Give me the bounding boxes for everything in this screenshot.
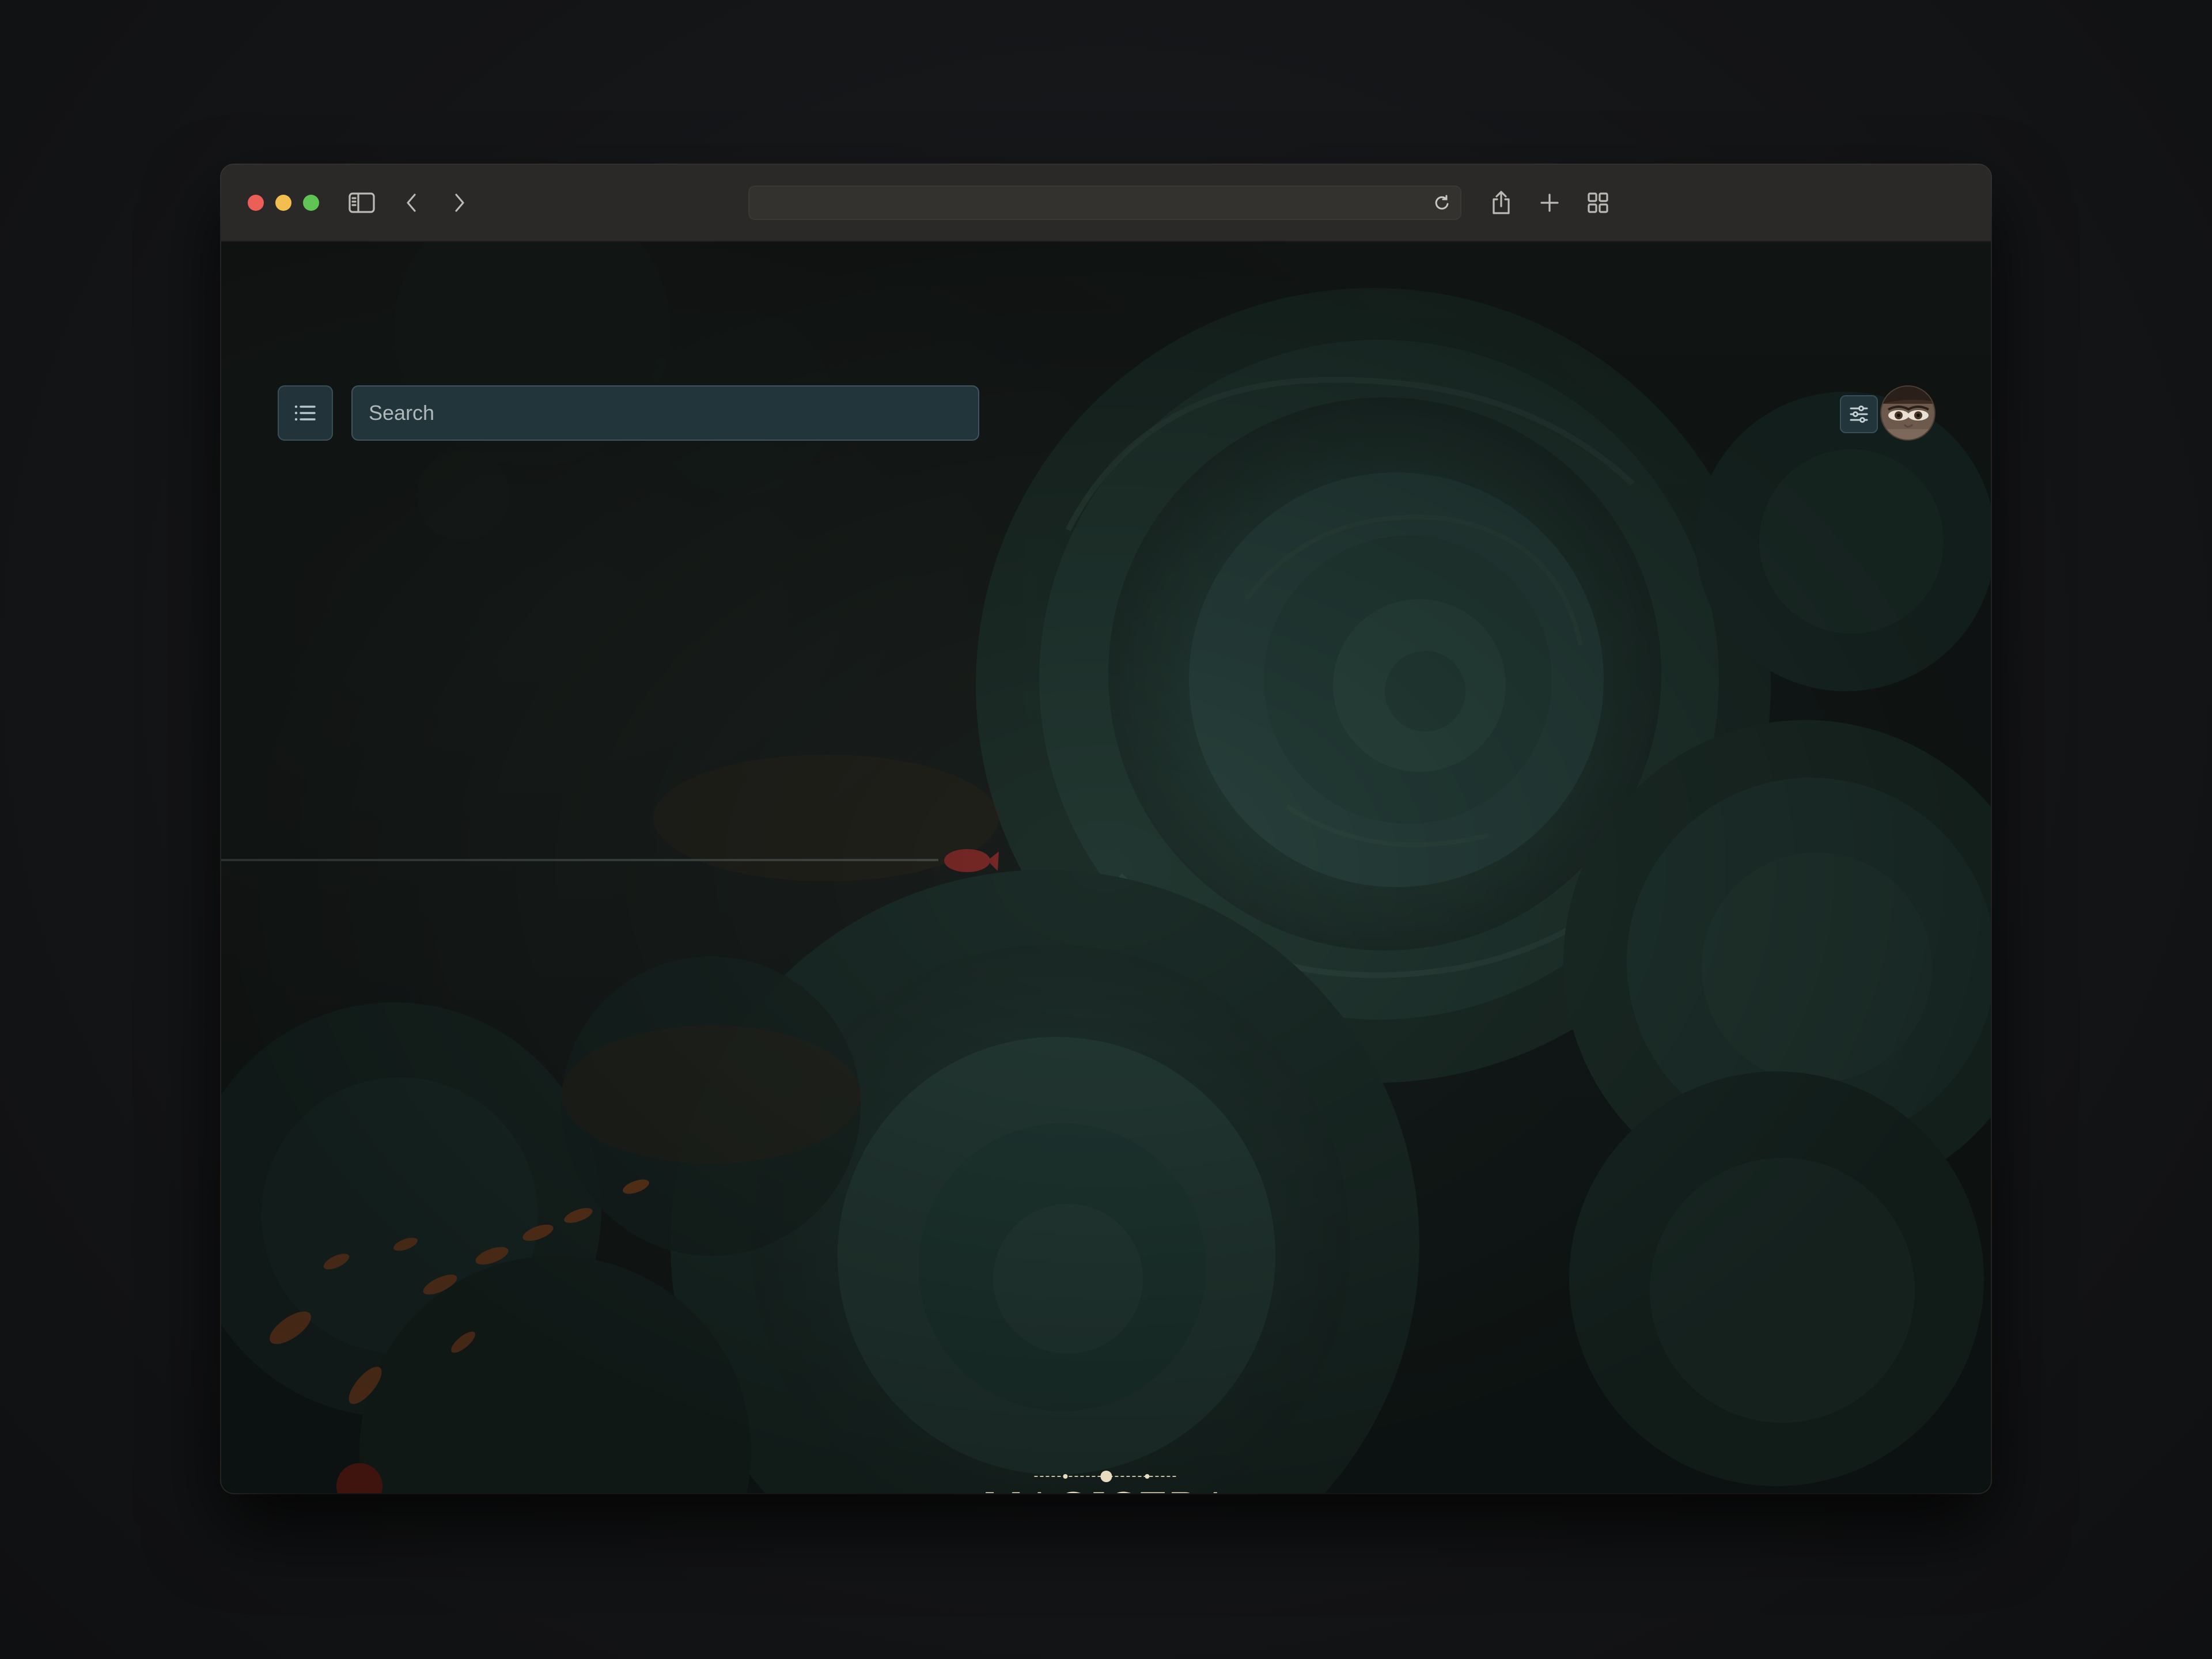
share-icon xyxy=(1493,191,1510,214)
reload-button[interactable] xyxy=(1431,192,1452,213)
minimize-window-button[interactable] xyxy=(275,195,291,211)
filter-settings-button[interactable] xyxy=(1840,395,1878,433)
maximize-window-button[interactable] xyxy=(303,195,319,211)
browser-toolbar xyxy=(221,165,1991,242)
page-viewport: MAGISTRA xyxy=(221,242,1991,1493)
search-input[interactable] xyxy=(351,385,979,441)
browser-window: MAGISTRA xyxy=(221,165,1991,1493)
sliders-icon xyxy=(1850,406,1868,423)
address-bar[interactable] xyxy=(748,185,1461,220)
list-icon xyxy=(294,405,316,421)
new-tab-icon xyxy=(1540,194,1559,212)
avatar[interactable] xyxy=(1880,385,1936,441)
forward-button[interactable] xyxy=(442,185,477,220)
user-avatar-image xyxy=(1881,387,1934,440)
menu-button[interactable] xyxy=(278,385,333,441)
reload-icon xyxy=(1435,195,1449,210)
back-arrow-icon xyxy=(407,194,416,212)
close-window-button[interactable] xyxy=(248,195,264,211)
share-button[interactable] xyxy=(1484,185,1518,220)
sidebar-toggle-button[interactable] xyxy=(344,185,379,220)
tab-overview-icon xyxy=(1588,192,1608,213)
forward-arrow-icon xyxy=(455,194,464,212)
new-tab-button[interactable] xyxy=(1532,185,1567,220)
brand-logo: MAGISTRA xyxy=(981,1469,1230,1493)
sidebar-icon xyxy=(349,192,375,213)
brand-name: MAGISTRA xyxy=(981,1488,1230,1493)
tab-overview-button[interactable] xyxy=(1581,185,1615,220)
back-button[interactable] xyxy=(394,185,429,220)
ornament-divider-icon xyxy=(1034,1471,1178,1482)
